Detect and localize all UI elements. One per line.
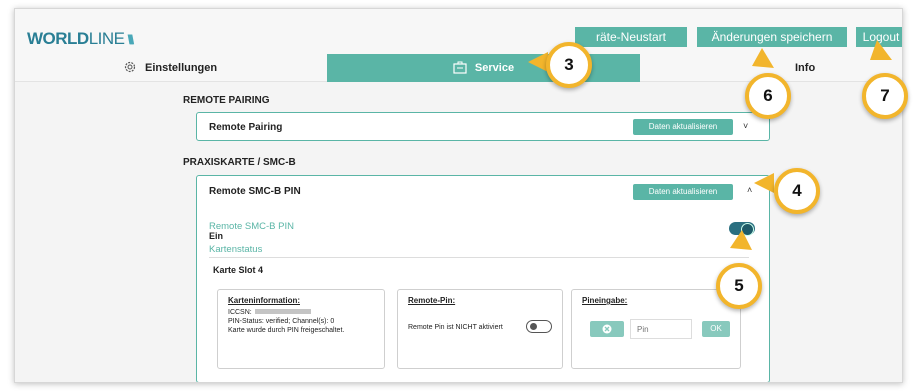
annotation-badge-4: 4 [774, 168, 820, 214]
arrow-3 [528, 52, 548, 72]
annotation-badge-3: 3 [546, 42, 592, 88]
arrow-7 [870, 40, 892, 60]
annotation-badge-6: 6 [745, 73, 791, 119]
annotation-badge-7: 7 [862, 73, 908, 119]
annotation-badge-5: 5 [716, 263, 762, 309]
arrow-6 [752, 48, 774, 68]
arrow-4 [754, 173, 774, 193]
arrow-5 [730, 230, 752, 250]
